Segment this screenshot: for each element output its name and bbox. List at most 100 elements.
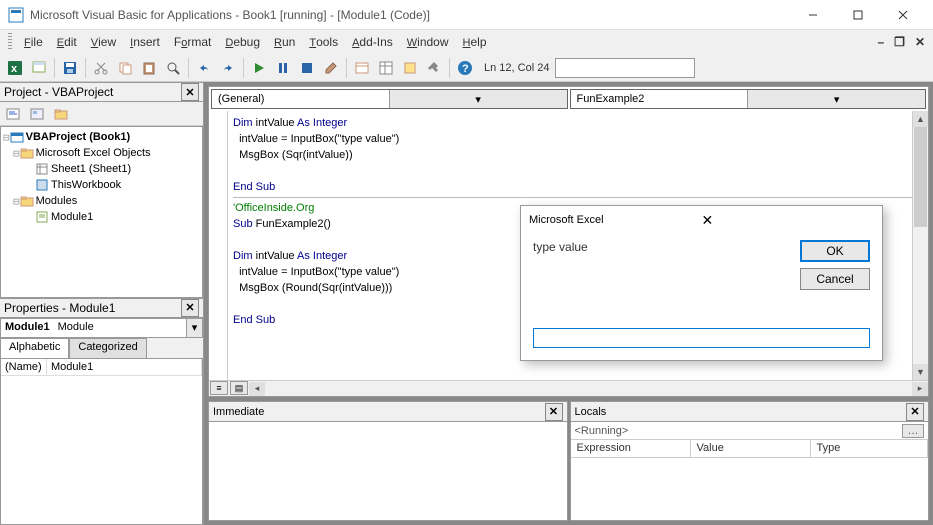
properties-object-combo[interactable]: Module1 Module ▾ (0, 318, 203, 338)
window-title: Microsoft Visual Basic for Applications … (30, 8, 790, 22)
project-explorer-icon[interactable] (351, 57, 373, 79)
paste-icon[interactable] (138, 57, 160, 79)
procedure-view-button[interactable]: ≡ (210, 381, 228, 395)
property-value[interactable]: Module1 (47, 359, 202, 375)
mdi-minimize-button[interactable]: – (873, 35, 888, 49)
folder-icon (20, 194, 34, 208)
locals-col-expression[interactable]: Expression (571, 440, 691, 457)
project-toolbar (0, 102, 203, 126)
find-icon[interactable] (162, 57, 184, 79)
workbook-icon (35, 178, 49, 192)
toolbox-icon[interactable] (423, 57, 445, 79)
tab-alphabetic[interactable]: Alphabetic (0, 338, 69, 358)
immediate-title: Immediate (213, 406, 545, 418)
tree-folder[interactable]: Microsoft Excel Objects (36, 147, 151, 159)
menu-addins[interactable]: Add-Ins (346, 33, 399, 51)
window-titlebar: Microsoft Visual Basic for Applications … (0, 0, 933, 30)
mdi-close-button[interactable]: ✕ (911, 35, 929, 49)
properties-pane-close-button[interactable]: ✕ (181, 299, 199, 317)
svg-text:x: x (11, 63, 18, 75)
object-browser-icon[interactable] (399, 57, 421, 79)
mdi-restore-button[interactable]: ❐ (890, 35, 909, 49)
copy-icon[interactable] (114, 57, 136, 79)
chevron-down-icon[interactable]: ▾ (747, 90, 925, 108)
object-combo[interactable]: (General)▾ (211, 89, 568, 109)
insert-module-icon[interactable] (28, 57, 50, 79)
tab-categorized[interactable]: Categorized (69, 338, 146, 358)
save-icon[interactable] (59, 57, 81, 79)
project-icon (10, 130, 24, 144)
properties-object-type: Module (54, 319, 186, 337)
help-icon[interactable]: ? (454, 57, 476, 79)
cancel-button[interactable]: Cancel (800, 268, 870, 290)
project-root[interactable]: VBAProject (Book1) (26, 131, 131, 143)
menu-run[interactable]: Run (268, 33, 301, 51)
dialog-title: Microsoft Excel (529, 214, 702, 226)
project-pane-label: Project - VBAProject (4, 85, 181, 99)
locals-col-value[interactable]: Value (691, 440, 811, 457)
run-icon[interactable] (248, 57, 270, 79)
horizontal-scrollbar[interactable]: ◂▸ (249, 381, 928, 396)
menu-debug[interactable]: Debug (219, 33, 266, 51)
object-combo-value: (General) (212, 93, 389, 105)
locals-col-type[interactable]: Type (811, 440, 929, 457)
dialog-close-button[interactable]: ✕ (702, 212, 875, 229)
cursor-position: Ln 12, Col 24 (484, 62, 549, 74)
tree-module[interactable]: Module1 (51, 211, 93, 223)
locals-close-button[interactable]: ✕ (906, 403, 924, 421)
redo-icon[interactable] (217, 57, 239, 79)
cut-icon[interactable] (90, 57, 112, 79)
properties-pane-title: Properties - Module1 ✕ (0, 298, 203, 318)
view-object-icon[interactable] (26, 103, 48, 125)
menu-view[interactable]: View (85, 33, 122, 51)
menu-file[interactable]: File (18, 33, 49, 51)
locals-window: Locals✕ <Running>… Expression Value Type (570, 401, 930, 521)
menu-format[interactable]: Format (168, 33, 217, 51)
immediate-close-button[interactable]: ✕ (545, 403, 563, 421)
menu-edit[interactable]: Edit (51, 33, 83, 51)
menu-tools[interactable]: Tools (303, 33, 344, 51)
locals-options-button[interactable]: … (902, 424, 924, 438)
module-icon (35, 210, 49, 224)
window-close-button[interactable] (880, 1, 925, 29)
dialog-message: type value (533, 240, 790, 290)
window-minimize-button[interactable] (790, 1, 835, 29)
immediate-body[interactable] (209, 422, 567, 520)
project-pane-close-button[interactable]: ✕ (181, 83, 199, 101)
procedure-combo[interactable]: FunExample2▾ (570, 89, 927, 109)
tree-sheet[interactable]: Sheet1 (Sheet1) (51, 163, 131, 175)
menu-insert[interactable]: Insert (124, 33, 166, 51)
vertical-scrollbar[interactable]: ▲▼ (912, 111, 928, 380)
undo-icon[interactable] (193, 57, 215, 79)
window-maximize-button[interactable] (835, 1, 880, 29)
procedure-combo-value: FunExample2 (571, 93, 748, 105)
chevron-down-icon[interactable]: ▾ (186, 319, 202, 337)
chevron-down-icon[interactable]: ▾ (389, 90, 567, 108)
reset-icon[interactable] (296, 57, 318, 79)
view-excel-icon[interactable]: x (4, 57, 26, 79)
toggle-folders-icon[interactable] (50, 103, 72, 125)
app-icon (8, 7, 24, 23)
folder-icon (20, 146, 34, 160)
tree-workbook[interactable]: ThisWorkbook (51, 179, 121, 191)
menu-window[interactable]: Window (401, 33, 455, 51)
locals-status: <Running> (575, 425, 629, 437)
sheet-icon (35, 162, 49, 176)
toolbar-combo[interactable] (555, 58, 695, 78)
tree-folder[interactable]: Modules (36, 195, 78, 207)
menu-help[interactable]: Help (457, 33, 493, 51)
properties-object-name: Module1 (1, 319, 54, 337)
design-mode-icon[interactable] (320, 57, 342, 79)
properties-icon[interactable] (375, 57, 397, 79)
dialog-input[interactable] (533, 328, 870, 348)
view-code-icon[interactable] (2, 103, 24, 125)
property-name: (Name) (1, 359, 47, 375)
properties-grid[interactable]: (Name) Module1 (0, 358, 203, 525)
break-icon[interactable] (272, 57, 294, 79)
project-tree[interactable]: ⊟ VBAProject (Book1) ⊟ Microsoft Excel O… (0, 126, 203, 298)
properties-pane-label: Properties - Module1 (4, 301, 181, 315)
ok-button[interactable]: OK (800, 240, 870, 262)
full-module-view-button[interactable]: ▤ (230, 381, 248, 395)
immediate-window[interactable]: Immediate✕ (208, 401, 568, 521)
inputbox-dialog: Microsoft Excel✕ type value OK Cancel (520, 205, 883, 361)
